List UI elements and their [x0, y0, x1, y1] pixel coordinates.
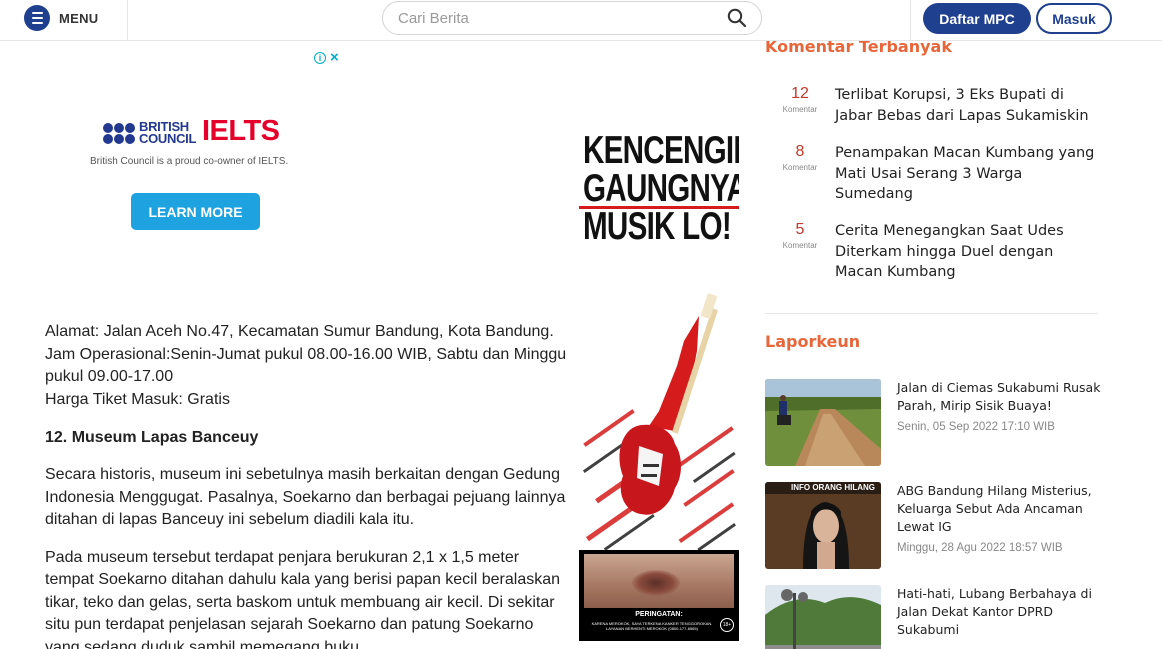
ad-tagline: British Council is a proud co-owner of I…: [90, 156, 289, 167]
search-input[interactable]: [398, 9, 718, 27]
comment-count: 5 Komentar: [782, 221, 818, 250]
laporkeun-item-date: Minggu, 28 Agu 2022 18:57 WIB: [897, 542, 1063, 554]
laporkeun-item-date: Senin, 05 Sep 2022 17:10 WIB: [897, 421, 1055, 433]
menu-label: MENU: [59, 10, 99, 26]
header-divider: [127, 0, 128, 41]
british-council-dots-icon: [103, 122, 135, 144]
comment-item-title[interactable]: Penampakan Macan Kumbang yang Mati Usai …: [835, 143, 1103, 205]
article-address: Alamat: Jalan Aceh No.47, Kecamatan Sumu…: [45, 323, 554, 340]
health-warning: PERINGATAN: KARENA MEROKOK, SAYA TERKENA…: [579, 550, 739, 641]
news-thumbnail[interactable]: INFO ORANG HILANG: [765, 482, 881, 569]
laporkeun-title: Laporkeun: [765, 332, 861, 351]
section-divider: [765, 313, 1098, 314]
menu-button[interactable]: MENU: [24, 5, 98, 31]
article-hours: Jam Operasional:Senin-Jumat pukul 08.00-…: [45, 345, 567, 386]
article-paragraph: Secara historis, museum ini sebetulnya m…: [45, 466, 566, 528]
learn-more-button[interactable]: LEARN MORE: [131, 193, 260, 230]
article-body: Alamat: Jalan Aceh No.47, Kecamatan Sumu…: [45, 321, 567, 649]
laporkeun-item-title[interactable]: ABG Bandung Hilang Misterius, Keluarga S…: [897, 482, 1102, 536]
age-badge: 18+: [720, 618, 734, 632]
news-thumbnail[interactable]: [765, 379, 881, 466]
guitar-illustration: [579, 206, 739, 550]
thumbnail-caption: INFO ORANG HILANG: [791, 483, 875, 492]
warning-photo: [584, 554, 734, 608]
comment-count: 12 Komentar: [782, 85, 818, 114]
news-thumbnail[interactable]: [765, 585, 881, 649]
ad-info-icon[interactable]: i: [314, 52, 326, 64]
ielts-logo[interactable]: IELTS: [202, 115, 280, 148]
british-council-wordmark: BRITISH COUNCIL: [139, 119, 197, 146]
ad-choices[interactable]: i ×: [314, 50, 339, 65]
warning-body: KARENA MEROKOK, SAYA TERKENA KANKER TENG…: [591, 621, 713, 631]
header-divider: [910, 0, 911, 41]
laporkeun-item-title[interactable]: Hati-hati, Lubang Berbahaya di Jalan Dek…: [897, 585, 1102, 639]
site-header: MENU Daftar MPC Masuk: [0, 0, 1162, 41]
article-ticket: Harga Tiket Masuk: Gratis: [45, 390, 230, 408]
ad-close-icon[interactable]: ×: [330, 50, 339, 65]
article-paragraph: Pada museum tersebut terdapat penjara be…: [45, 548, 561, 649]
poster-ad[interactable]: KENCENGIN GAUNGNYA MUSIK LO! PERINGATAN:…: [579, 126, 739, 641]
comment-item-title[interactable]: Cerita Menegangkan Saat Udes Diterkam hi…: [835, 221, 1103, 283]
login-button[interactable]: Masuk: [1036, 3, 1112, 34]
article-subheading: 12. Museum Lapas Banceuy: [45, 429, 259, 446]
warning-title: PERINGATAN:: [635, 611, 683, 618]
search-box: [382, 1, 762, 35]
british-council-logo[interactable]: BRITISH COUNCIL: [103, 119, 197, 146]
search-icon[interactable]: [727, 8, 747, 28]
hamburger-icon: [24, 5, 50, 31]
comment-item-title[interactable]: Terlibat Korupsi, 3 Eks Bupati di Jabar …: [835, 85, 1103, 126]
laporkeun-item-title[interactable]: Jalan di Ciemas Sukabumi Rusak Parah, Mi…: [897, 379, 1102, 415]
register-button[interactable]: Daftar MPC: [923, 3, 1031, 34]
comment-count: 8 Komentar: [782, 143, 818, 172]
